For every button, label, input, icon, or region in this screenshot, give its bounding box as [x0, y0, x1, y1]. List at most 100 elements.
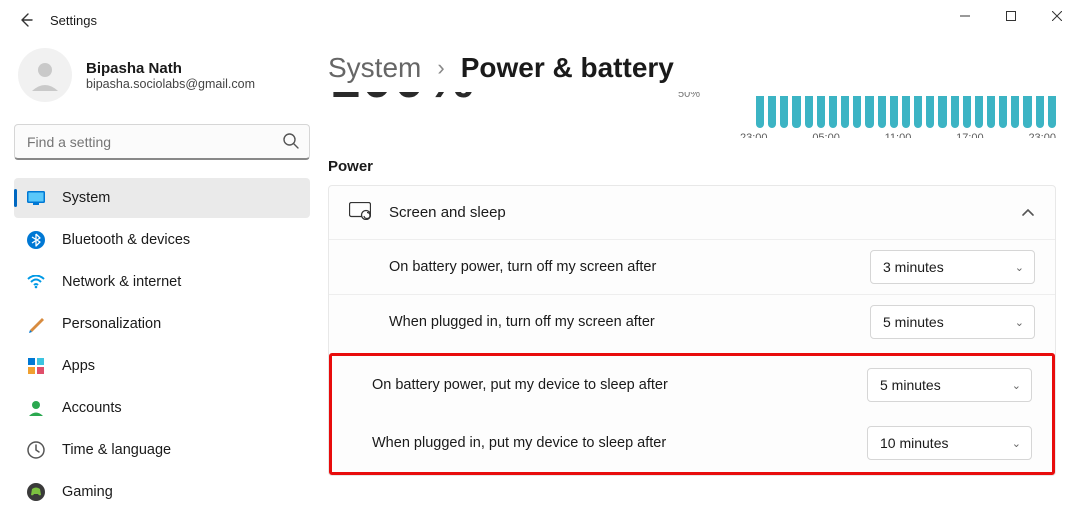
dropdown-value: 5 minutes: [880, 377, 941, 393]
chart-bar: [768, 96, 776, 128]
chart-bars: [756, 94, 1056, 128]
dropdown-value: 10 minutes: [880, 435, 948, 451]
sidebar-item-label: Accounts: [62, 400, 122, 416]
xtick: 11:00: [885, 132, 912, 138]
chart-y-label: 50%: [678, 92, 700, 100]
sidebar: Bipasha Nath bipasha.sociolabs@gmail.com…: [0, 40, 320, 519]
sidebar-item-label: Bluetooth & devices: [62, 232, 190, 248]
dropdown-value: 5 minutes: [883, 314, 944, 330]
xtick: 23:00: [1028, 132, 1056, 138]
chevron-up-icon: [1021, 205, 1035, 221]
breadcrumb: System › Power & battery: [328, 40, 1056, 92]
nav-list: System Bluetooth & devices Network & int…: [14, 178, 310, 512]
screen-off-plugged-dropdown[interactable]: 5 minutes ⌄: [870, 305, 1035, 339]
sidebar-item-accounts[interactable]: Accounts: [14, 388, 310, 428]
search-box: [14, 124, 310, 160]
wifi-icon: [26, 272, 46, 292]
chart-bar: [865, 96, 873, 128]
xtick: 17:00: [956, 132, 984, 138]
chart-bar: [963, 96, 971, 128]
battery-summary-cut: 100% 50% 23:00 05:00 11:00 17:00 23:00: [328, 92, 1056, 138]
chart-bar: [878, 96, 886, 128]
row-label: On battery power, put my device to sleep…: [372, 377, 668, 393]
chart-bar: [926, 96, 934, 128]
power-section-title: Power: [328, 158, 1056, 175]
system-icon: [26, 188, 46, 208]
back-arrow-icon: [18, 12, 34, 28]
chart-bar: [987, 96, 995, 128]
sidebar-item-label: Gaming: [62, 484, 113, 500]
chart-bar: [975, 96, 983, 128]
sidebar-item-time-language[interactable]: Time & language: [14, 430, 310, 470]
profile-name: Bipasha Nath: [86, 60, 255, 77]
highlighted-sleep-settings: On battery power, put my device to sleep…: [329, 353, 1055, 475]
profile-block[interactable]: Bipasha Nath bipasha.sociolabs@gmail.com: [14, 40, 310, 120]
accounts-icon: [26, 398, 46, 418]
minimize-button[interactable]: [942, 0, 988, 32]
chart-bar: [914, 96, 922, 128]
screen-off-battery-dropdown[interactable]: 3 minutes ⌄: [870, 250, 1035, 284]
sidebar-item-apps[interactable]: Apps: [14, 346, 310, 386]
breadcrumb-separator: ›: [437, 55, 444, 81]
clock-globe-icon: [26, 440, 46, 460]
search-icon: [282, 132, 300, 153]
chart-bar: [951, 96, 959, 128]
breadcrumb-current: Power & battery: [461, 52, 674, 84]
close-button[interactable]: [1034, 0, 1080, 32]
chart-bar: [817, 96, 825, 128]
sidebar-item-bluetooth[interactable]: Bluetooth & devices: [14, 220, 310, 260]
titlebar: Settings: [0, 0, 1080, 40]
screen-and-sleep-card: Screen and sleep On battery power, turn …: [328, 185, 1056, 476]
chart-bar: [829, 96, 837, 128]
chevron-down-icon: ⌄: [1015, 316, 1024, 329]
battery-percentage-large: 100%: [330, 92, 476, 110]
breadcrumb-parent[interactable]: System: [328, 52, 421, 84]
sidebar-item-system[interactable]: System: [14, 178, 310, 218]
sidebar-item-label: Network & internet: [62, 274, 181, 290]
chart-bar: [756, 96, 764, 128]
xtick: 05:00: [812, 132, 840, 138]
row-label: When plugged in, turn off my screen afte…: [389, 314, 655, 330]
screen-and-sleep-title: Screen and sleep: [389, 204, 1003, 221]
sidebar-item-network[interactable]: Network & internet: [14, 262, 310, 302]
sidebar-item-personalization[interactable]: Personalization: [14, 304, 310, 344]
chart-bar: [805, 96, 813, 128]
sidebar-item-gaming[interactable]: Gaming: [14, 472, 310, 512]
maximize-button[interactable]: [988, 0, 1034, 32]
person-icon: [27, 57, 63, 93]
chevron-down-icon: ⌄: [1012, 379, 1021, 392]
search-input[interactable]: [14, 124, 310, 160]
row-label: On battery power, turn off my screen aft…: [389, 259, 656, 275]
chart-bar: [780, 96, 788, 128]
apps-icon: [26, 356, 46, 376]
sleep-plugged-dropdown[interactable]: 10 minutes ⌄: [867, 426, 1032, 460]
sleep-battery-dropdown[interactable]: 5 minutes ⌄: [867, 368, 1032, 402]
chart-bar: [792, 96, 800, 128]
sidebar-item-label: Time & language: [62, 442, 171, 458]
dropdown-value: 3 minutes: [883, 259, 944, 275]
chart-bar: [1023, 96, 1031, 128]
xtick: 23:00: [740, 132, 768, 138]
chart-bar: [938, 96, 946, 128]
brush-icon: [26, 314, 46, 334]
profile-email: bipasha.sociolabs@gmail.com: [86, 77, 255, 91]
chart-x-axis: 23:00 05:00 11:00 17:00 23:00: [740, 132, 1056, 138]
sleep-plugged-row: When plugged in, put my device to sleep …: [332, 414, 1052, 472]
chart-bar: [853, 96, 861, 128]
back-button[interactable]: [8, 2, 44, 38]
screen-sleep-icon: [349, 202, 371, 223]
app-title: Settings: [50, 13, 97, 28]
chart-bar: [841, 96, 849, 128]
sleep-battery-row: On battery power, put my device to sleep…: [332, 356, 1052, 414]
battery-chart[interactable]: 50% 23:00 05:00 11:00 17:00 23:00: [716, 92, 1056, 138]
main-content: System › Power & battery 100% 50% 23:00 …: [320, 40, 1080, 519]
chart-bar: [999, 96, 1007, 128]
screen-off-plugged-row: When plugged in, turn off my screen afte…: [329, 294, 1055, 349]
sidebar-item-label: Personalization: [62, 316, 161, 332]
chevron-down-icon: ⌄: [1015, 261, 1024, 274]
chart-bar: [902, 96, 910, 128]
chart-bar: [1036, 96, 1044, 128]
screen-and-sleep-header[interactable]: Screen and sleep: [329, 186, 1055, 239]
sidebar-item-label: Apps: [62, 358, 95, 374]
chevron-down-icon: ⌄: [1012, 437, 1021, 450]
